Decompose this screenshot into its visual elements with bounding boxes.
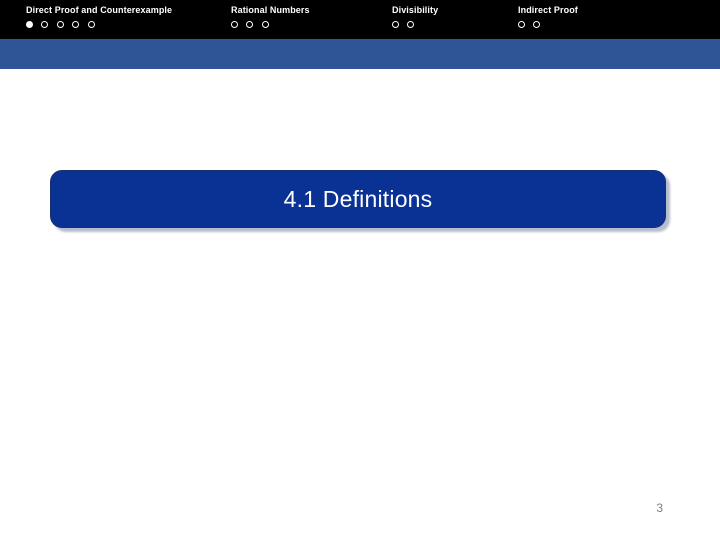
slide: Direct Proof and Counterexample Rational… — [0, 0, 720, 540]
nav-section-label: Divisibility — [392, 5, 439, 15]
nav-section-label: Indirect Proof — [518, 5, 578, 15]
nav-dot-icon[interactable] — [392, 21, 399, 28]
nav-progress-dots — [518, 21, 578, 30]
nav-progress-dots — [231, 21, 310, 30]
nav-dot-icon[interactable] — [72, 21, 80, 28]
nav-section-label: Direct Proof and Counterexample — [26, 5, 173, 15]
nav-dot-icon[interactable] — [231, 21, 238, 28]
nav-section-indirect-proof[interactable]: Indirect Proof — [518, 0, 578, 39]
nav-section-direct-proof-and-counterexample[interactable]: Direct Proof and Counterexample — [26, 0, 172, 39]
navigation-header: Direct Proof and Counterexample Rational… — [0, 0, 720, 39]
nav-dot-icon[interactable] — [87, 21, 95, 28]
nav-section-divisibility[interactable]: Divisibility — [392, 0, 438, 39]
nav-dot-icon[interactable] — [518, 21, 525, 28]
nav-dot-icon[interactable] — [407, 21, 415, 28]
nav-dot-icon[interactable] — [261, 21, 269, 28]
nav-dot-icon[interactable] — [41, 21, 49, 28]
nav-dot-icon[interactable] — [56, 21, 64, 28]
nav-dot-icon[interactable] — [533, 21, 541, 28]
nav-progress-dots — [392, 21, 438, 30]
nav-progress-dots — [26, 21, 172, 30]
page-number: 3 — [656, 501, 663, 515]
accent-band — [0, 39, 720, 69]
nav-dot-icon[interactable] — [246, 21, 254, 28]
slide-content-area — [50, 240, 670, 490]
nav-section-label: Rational Numbers — [231, 5, 310, 15]
nav-section-rational-numbers[interactable]: Rational Numbers — [231, 0, 310, 39]
nav-dot-icon[interactable] — [26, 21, 33, 28]
page-title: 4.1 Definitions — [283, 186, 433, 212]
slide-title-box: 4.1 Definitions — [50, 170, 666, 228]
